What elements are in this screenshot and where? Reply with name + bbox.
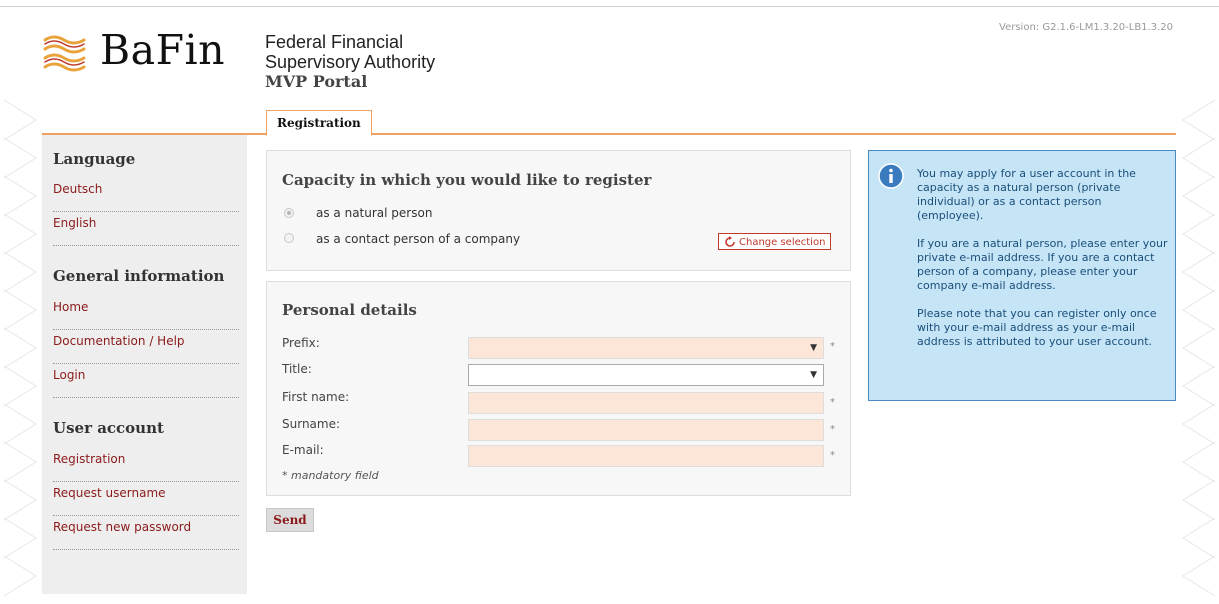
sidebar-item-english[interactable]: English (53, 212, 239, 246)
info-paragraph-2: If you are a natural person, please ente… (917, 237, 1168, 292)
surname-input[interactable] (468, 419, 824, 441)
radio-natural-person[interactable] (284, 208, 294, 218)
info-paragraph-3: Please note that you can register only o… (917, 307, 1157, 348)
prefix-required-marker: * (830, 341, 835, 352)
sidebar-heading-general: General information (53, 267, 225, 285)
firstname-label: First name: (282, 390, 350, 404)
personal-details-heading: Personal details (282, 301, 417, 319)
send-button[interactable]: Send (266, 508, 314, 532)
sidebar-item-home[interactable]: Home (53, 296, 239, 330)
info-icon (878, 163, 904, 189)
logo-text: BaFin (100, 26, 226, 74)
radio-natural-person-label[interactable]: as a natural person (316, 206, 432, 220)
refresh-icon (725, 236, 735, 247)
radio-contact-person[interactable] (284, 233, 294, 243)
title-select[interactable]: ▼ (468, 364, 824, 386)
info-text: You may apply for a user account in the … (917, 167, 1171, 363)
sidebar-item-deutsch[interactable]: Deutsch (53, 178, 239, 212)
info-box: You may apply for a user account in the … (868, 150, 1176, 401)
email-required-marker: * (830, 450, 835, 461)
sidebar-item-request-password[interactable]: Request new password (53, 516, 239, 550)
change-selection-label: Change selection (739, 237, 826, 248)
sidebar-heading-user-account: User account (53, 419, 164, 437)
chevron-down-icon: ▼ (810, 343, 817, 353)
prefix-label: Prefix: (282, 336, 320, 350)
sidebar-heading-language: Language (53, 150, 136, 168)
personal-details-panel: Personal details Prefix: ▼ * Title: ▼ Fi… (266, 281, 851, 496)
chevron-down-icon: ▼ (810, 370, 817, 380)
bafin-logo[interactable]: BaFin (42, 26, 232, 80)
mandatory-field-note: * mandatory field (282, 469, 379, 482)
sidebar: Language Deutsch English General informa… (42, 135, 247, 594)
surname-label: Surname: (282, 417, 341, 431)
version-label: Version: G2.1.6-LM1.3.20-LB1.3.20 (999, 22, 1173, 33)
right-chevron-decoration (1182, 100, 1216, 597)
email-label: E-mail: (282, 443, 324, 457)
firstname-input[interactable] (468, 392, 824, 414)
email-input[interactable] (468, 445, 824, 467)
top-divider (0, 6, 1219, 7)
authority-line-2: Supervisory Authority (265, 52, 436, 72)
capacity-panel: Capacity in which you would like to regi… (266, 150, 851, 271)
title-label: Title: (282, 362, 312, 376)
prefix-select[interactable]: ▼ (468, 337, 824, 359)
bafin-waves-icon (43, 35, 86, 72)
portal-name: MVP Portal (265, 72, 368, 91)
firstname-required-marker: * (830, 397, 835, 408)
change-selection-button[interactable]: Change selection (718, 233, 832, 250)
radio-contact-person-label[interactable]: as a contact person of a company (316, 232, 520, 246)
surname-required-marker: * (830, 424, 835, 435)
capacity-heading: Capacity in which you would like to regi… (282, 171, 652, 189)
authority-name: Federal Financial Supervisory Authority … (265, 32, 435, 92)
tab-registration[interactable]: Registration (266, 110, 372, 136)
sidebar-item-registration[interactable]: Registration (53, 448, 239, 482)
left-chevron-decoration (3, 100, 37, 597)
sidebar-item-request-username[interactable]: Request username (53, 482, 239, 516)
authority-line-1: Federal Financial (265, 32, 404, 52)
sidebar-item-login[interactable]: Login (53, 364, 239, 398)
sidebar-item-documentation[interactable]: Documentation / Help (53, 330, 239, 364)
info-paragraph-1: You may apply for a user account in the … (917, 167, 1136, 222)
